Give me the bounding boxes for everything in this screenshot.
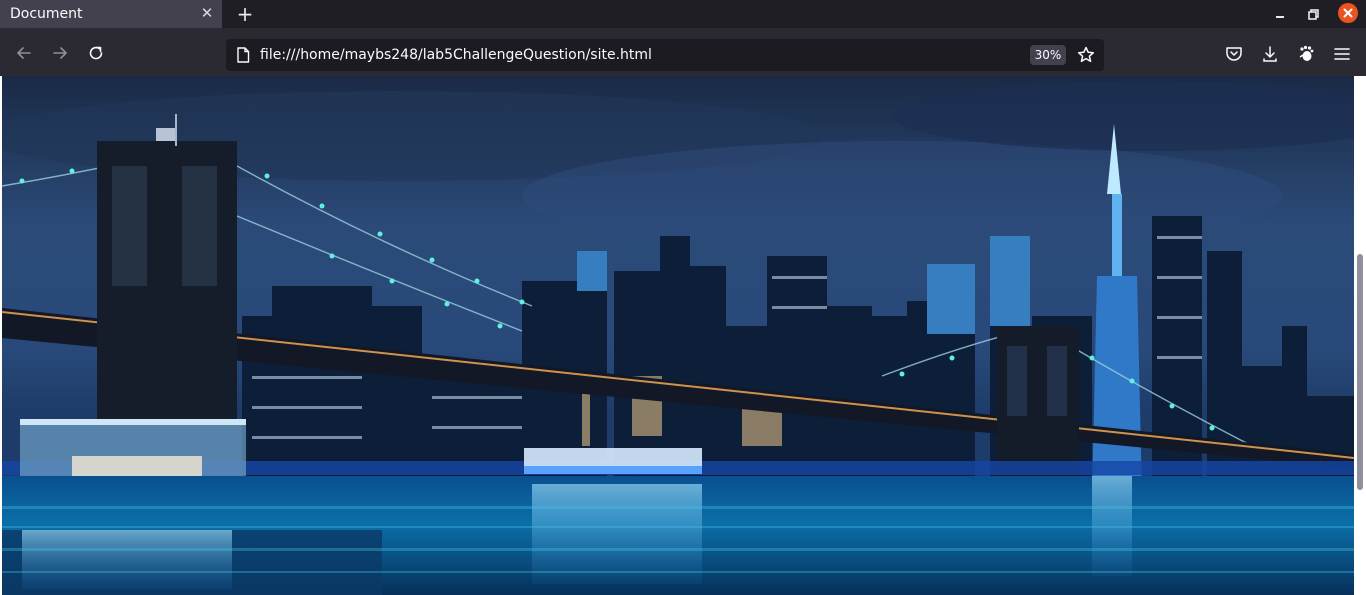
window-close-button[interactable] bbox=[1338, 3, 1358, 23]
pocket-icon[interactable] bbox=[1224, 44, 1244, 64]
page-viewport bbox=[0, 76, 1366, 595]
minimize-icon bbox=[1276, 16, 1284, 18]
city-skyline-image bbox=[2, 76, 1354, 595]
arrow-left-icon bbox=[17, 47, 31, 59]
arrow-right-icon bbox=[53, 47, 67, 59]
back-button[interactable] bbox=[13, 42, 35, 64]
forward-button[interactable] bbox=[49, 42, 71, 64]
star-icon[interactable] bbox=[1076, 45, 1096, 65]
reload-icon bbox=[89, 46, 103, 60]
tab-document[interactable]: Document ✕ bbox=[0, 0, 222, 28]
window-minimize-button[interactable] bbox=[1270, 4, 1290, 24]
page-icon bbox=[237, 47, 250, 63]
hamburger-menu-icon[interactable] bbox=[1332, 44, 1352, 64]
restore-icon bbox=[1308, 9, 1319, 20]
tab-close-icon[interactable]: ✕ bbox=[199, 5, 215, 21]
new-tab-button[interactable]: + bbox=[235, 4, 255, 24]
scrollbar-thumb[interactable] bbox=[1357, 254, 1363, 490]
nav-toolbar: file:///home/maybs248/lab5ChallengeQuest… bbox=[0, 28, 1366, 76]
extension-icon[interactable] bbox=[1296, 44, 1316, 64]
zoom-level-badge[interactable]: 30% bbox=[1030, 45, 1066, 65]
close-icon bbox=[1343, 8, 1353, 18]
reload-button[interactable] bbox=[85, 42, 107, 64]
window-restore-button[interactable] bbox=[1304, 4, 1324, 24]
download-icon[interactable] bbox=[1260, 44, 1280, 64]
tab-strip: Document ✕ + bbox=[0, 0, 1366, 28]
tab-title: Document bbox=[10, 6, 83, 22]
url-bar[interactable]: file:///home/maybs248/lab5ChallengeQuest… bbox=[226, 39, 1104, 71]
url-text[interactable]: file:///home/maybs248/lab5ChallengeQuest… bbox=[260, 46, 652, 64]
